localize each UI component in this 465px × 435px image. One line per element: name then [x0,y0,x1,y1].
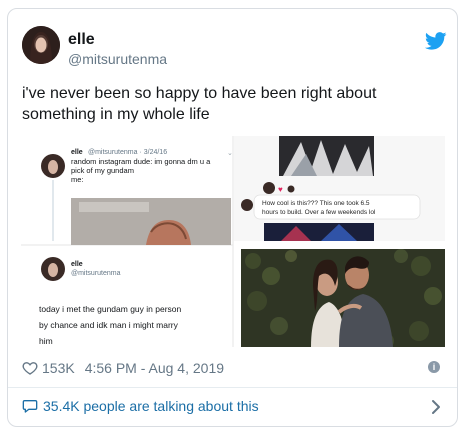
display-name[interactable]: elle [68,31,95,49]
inner-name-1: elle [71,149,83,156]
inner-handle-2: @mitsurutenma [71,270,121,277]
tweet-footer: 153K 4:56 PM - Aug 4, 2019 [22,358,224,378]
inner-caret-1: ⌄ [227,150,233,157]
inner-meta-1: @mitsurutenma · 3/24/16 [88,149,167,156]
conversation-link[interactable]: 35.4K people are talking about this [22,398,259,414]
inner-line-2: pick of my gundam [71,166,134,175]
inner-line-1: random instagram dude: im gonna dm u a [71,157,211,166]
insta-caption-1: How cool is this??? This one took 6.5 [262,200,370,207]
inner-line-4: today i met the gundam guy in person [39,304,181,314]
avatar-photo [22,26,60,64]
inner-name-2: elle [71,261,83,268]
inner-line-6: him [39,336,53,346]
tweet-card: elle @mitsurutenma i've never been so ha… [7,8,458,427]
divider [8,387,457,388]
media-collage[interactable]: elle @mitsurutenma · 3/24/16 ⌄ random in… [21,136,445,349]
chat-bubble-icon [22,400,38,413]
user-handle[interactable]: @mitsurutenma [68,51,167,67]
inner-heart: ♥ [278,185,283,194]
gundam-thumb-bottom [264,223,374,241]
twitter-bird-icon[interactable] [425,32,447,50]
inner-line-5: by chance and idk man i might marry [39,320,179,330]
like-count[interactable]: 153K [42,360,75,376]
insta-caption-2: hours to build. Over a few weekends lol [262,209,376,216]
tweet-text: i've never been so happy to have been ri… [22,85,377,123]
tweet-timestamp[interactable]: 4:56 PM - Aug 4, 2019 [85,360,224,376]
inner-line-3: me: [71,175,84,184]
heart-icon[interactable] [22,360,38,376]
info-icon[interactable]: i [428,361,440,373]
conversation-label: 35.4K people are talking about this [43,398,259,414]
avatar[interactable] [22,26,60,64]
chevron-right-icon[interactable] [431,399,441,415]
collage-svg: elle @mitsurutenma · 3/24/16 ⌄ random in… [21,136,445,349]
